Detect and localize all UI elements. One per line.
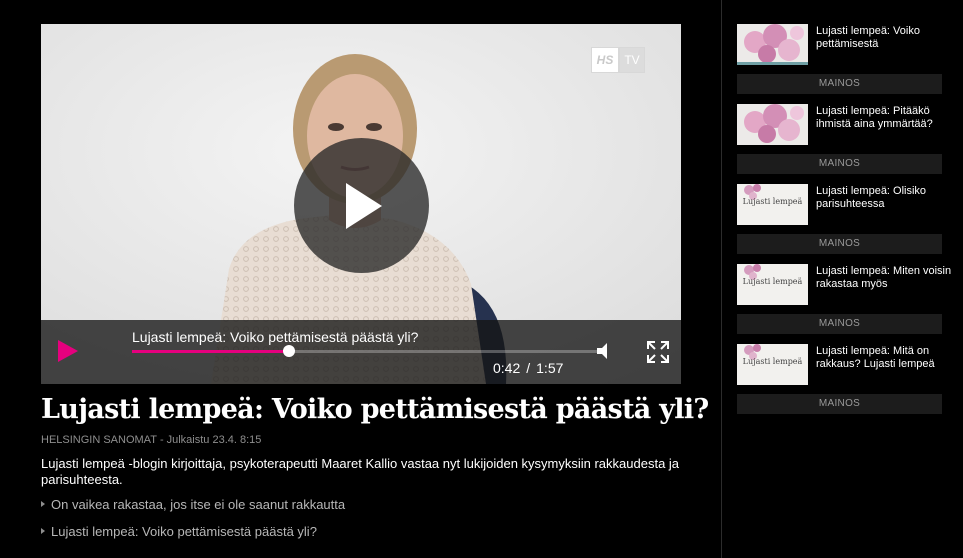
ad-label: MAINOS	[737, 74, 942, 94]
playlist-item[interactable]: Lujasti lempeä Lujasti lempeä: Miten vois…	[737, 264, 957, 308]
volume-button[interactable]	[594, 340, 616, 362]
play-icon	[346, 183, 382, 229]
ad-label: MAINOS	[737, 154, 942, 174]
bullet-arrow-icon	[41, 528, 45, 534]
video-title-overlay: Lujasti lempeä: Voiko pettämisestä pääst…	[132, 329, 419, 345]
article-title: Lujasti lempeä: Voiko pettämisestä pääst…	[41, 394, 709, 425]
bullet-arrow-icon	[41, 501, 45, 507]
playlist-thumbnail[interactable]: Lujasti lempeä	[737, 344, 808, 385]
big-play-button[interactable]	[294, 138, 429, 273]
playlist-item[interactable]: Lujasti lempeä: Voiko pettämisestä	[737, 24, 957, 68]
speaker-icon	[597, 343, 607, 359]
article-description: Lujasti lempeä -blogin kirjoittaja, psyk…	[41, 456, 680, 487]
progress-fill	[132, 350, 289, 353]
source-name: HELSINGIN SANOMAT	[41, 434, 157, 446]
sidebar-playlist: Lujasti lempeä: Voiko pettämisestä MAINOS…	[722, 0, 963, 558]
playlist-item-label[interactable]: Lujasti lempeä: Olisiko parisuhteessa	[816, 185, 956, 211]
progress-bar[interactable]	[132, 345, 607, 357]
orchid-thumbnail-image	[737, 104, 808, 145]
playlist-item[interactable]: Lujasti lempeä Lujasti lempeä: Mitä on ra…	[737, 344, 957, 388]
thumbnail-caption: Lujasti lempeä	[742, 197, 803, 206]
duration: 1:57	[536, 360, 564, 376]
video-player[interactable]: HS TV Lujasti lempeä: Voiko pettämisestä…	[41, 24, 681, 384]
playlist-item-label[interactable]: Lujasti lempeä: Voiko pettämisestä	[816, 25, 956, 51]
related-link-label[interactable]: On vaikea rakastaa, jos itse ei ole saan…	[51, 497, 345, 512]
tv-logo-text: TV	[619, 47, 645, 73]
playlist-item[interactable]: Lujasti lempeä Lujasti lempeä: Olisiko pa…	[737, 184, 957, 228]
time-separator: /	[526, 360, 531, 376]
publish-date: Julkaistu 23.4. 8:15	[166, 434, 262, 446]
playlist-item-label[interactable]: Lujasti lempeä: Pitääkö ihmistä aina ymm…	[816, 105, 956, 131]
fullscreen-icon	[647, 341, 669, 363]
ad-label: MAINOS	[737, 394, 942, 414]
time-display: 0:42 / 1:57	[493, 360, 563, 376]
related-link-label[interactable]: Lujasti lempeä: Voiko pettämisestä pääst…	[51, 524, 317, 539]
active-indicator	[737, 62, 808, 65]
main-column: HS TV Lujasti lempeä: Voiko pettämisestä…	[0, 0, 721, 558]
thumbnail-caption: Lujasti lempeä	[742, 277, 803, 286]
meta-separator: -	[159, 434, 164, 446]
playlist-item-label[interactable]: Lujasti lempeä: Miten voisin rakastaa my…	[816, 265, 956, 291]
playlist-item-label[interactable]: Lujasti lempeä: Mitä on rakkaus? Lujasti…	[816, 345, 956, 371]
fullscreen-button[interactable]	[645, 339, 671, 365]
playlist-thumbnail[interactable]	[737, 24, 808, 65]
playlist-thumbnail[interactable]	[737, 104, 808, 145]
orchid-thumbnail-image	[737, 24, 808, 65]
thumbnail-caption: Lujasti lempeä	[742, 357, 803, 366]
playlist-item[interactable]: Lujasti lempeä: Pitääkö ihmistä aina ymm…	[737, 104, 957, 148]
progress-handle[interactable]	[282, 345, 295, 357]
play-icon	[58, 340, 78, 362]
ad-label: MAINOS	[737, 314, 942, 334]
playlist-thumbnail[interactable]: Lujasti lempeä	[737, 264, 808, 305]
current-time: 0:42	[493, 360, 521, 376]
hs-tv-logo: HS TV	[591, 47, 645, 73]
playlist-thumbnail[interactable]: Lujasti lempeä	[737, 184, 808, 225]
article-meta: HELSINGIN SANOMAT - Julkaistu 23.4. 8:15	[41, 434, 261, 446]
player-control-bar: Lujasti lempeä: Voiko pettämisestä pääst…	[41, 320, 681, 384]
ad-label: MAINOS	[737, 234, 942, 254]
play-pause-button[interactable]	[55, 338, 81, 364]
hs-logo-text: HS	[591, 47, 619, 73]
